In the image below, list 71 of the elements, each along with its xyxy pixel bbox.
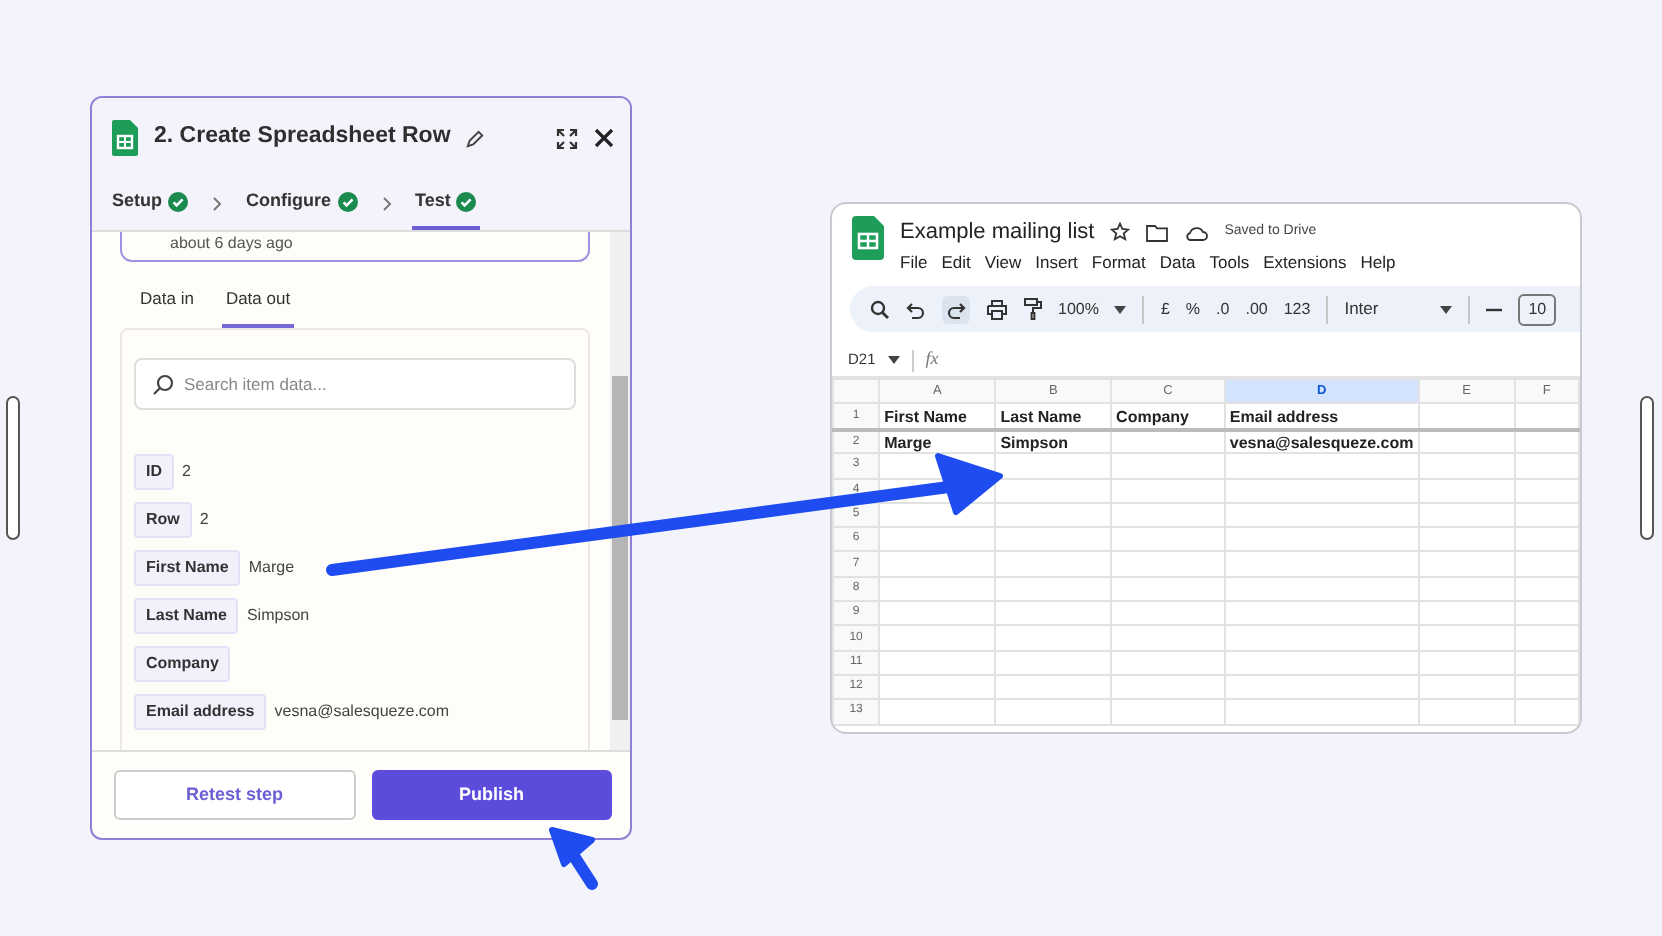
undo-icon[interactable] [906,299,926,319]
field-label: Row [134,501,192,538]
caret-icon[interactable] [887,356,900,364]
table-cell: Simpson [995,429,1112,454]
field-value: Simpson [246,603,310,628]
data-tab[interactable]: Data in [136,278,198,328]
pointer-arrow [549,827,598,890]
field-value: 2 [199,507,209,532]
table-cell: vesna@salesqueze.com [1224,429,1419,454]
table-cell: Marge [879,429,996,454]
close-icon[interactable] [594,128,614,148]
menu-item[interactable]: Format [1091,249,1146,275]
field-label: Company [134,645,231,682]
run-time-text: about 6 days ago [120,232,590,262]
resize-handle[interactable] [1640,396,1654,540]
expand-icon[interactable] [556,127,578,149]
document-title[interactable]: Example mailing list [900,216,1095,249]
table-cell: Email address [1224,403,1419,430]
menu-item[interactable]: Help [1360,249,1396,275]
step-tab[interactable]: Configure [242,178,362,230]
search-field[interactable]: Search item data... [134,357,576,410]
search-icon[interactable] [870,299,890,319]
table-cell: Last Name [995,403,1112,430]
increase-decimals-button[interactable]: .00 [1245,297,1268,321]
field-value: 2 [182,459,191,484]
pencil-icon[interactable] [466,129,485,147]
redo-icon[interactable] [942,295,970,323]
field-value: vesna@salesqueze.com [274,699,450,724]
data-tab[interactable]: Data out [221,278,295,328]
step-tab[interactable]: Test [411,178,481,230]
font-select[interactable]: Inter [1344,296,1425,322]
menu-item[interactable]: Edit [941,249,971,275]
print-icon[interactable] [986,299,1008,319]
star-icon[interactable] [1110,222,1131,243]
font-size-field[interactable]: 10 [1518,293,1557,325]
menu-item[interactable]: Data [1159,249,1196,275]
menu-item[interactable]: View [984,249,1022,275]
caret-icon[interactable] [1440,305,1453,313]
currency-button[interactable]: £ [1160,297,1170,321]
folder-icon[interactable] [1146,223,1169,242]
menu-item[interactable]: Tools [1209,249,1250,275]
table-cell: Company [1111,403,1225,430]
menu-item[interactable]: Insert [1035,249,1078,275]
percent-button[interactable]: % [1185,297,1201,321]
minus-icon[interactable] [1486,307,1503,311]
menu-item[interactable]: File [900,249,928,275]
chevron-icon [212,196,223,212]
field-label: Last Name [134,597,239,634]
spreadsheet-icon [852,216,884,260]
paint-roller-icon[interactable] [1024,298,1042,320]
step-tab[interactable]: Setup [108,178,193,230]
chevron-icon [381,196,392,212]
number-format-button[interactable]: 123 [1283,297,1311,321]
formula-label: fx [925,346,939,373]
decrease-decimals-button[interactable]: .0 [1216,297,1230,321]
cloud-icon [1184,223,1209,242]
resize-handle[interactable] [6,396,20,540]
scrollbar-thumb[interactable] [612,376,628,720]
publish-button[interactable]: Publish [371,770,612,820]
field-label: Email address [134,693,267,730]
scrollbar[interactable] [610,232,630,750]
field-label: ID [134,453,174,490]
menu-item[interactable]: Extensions [1263,249,1347,275]
spreadsheet-icon [112,120,138,156]
retest-button[interactable]: Retest step [114,770,355,820]
field-value: Marge [248,555,295,580]
step-title: 2. Create Spreadsheet Row [154,122,451,153]
table-cell: First Name [879,403,996,430]
caret-icon[interactable] [1114,305,1127,313]
field-label: First Name [134,549,241,586]
zoom-select[interactable]: 100% [1058,297,1099,321]
